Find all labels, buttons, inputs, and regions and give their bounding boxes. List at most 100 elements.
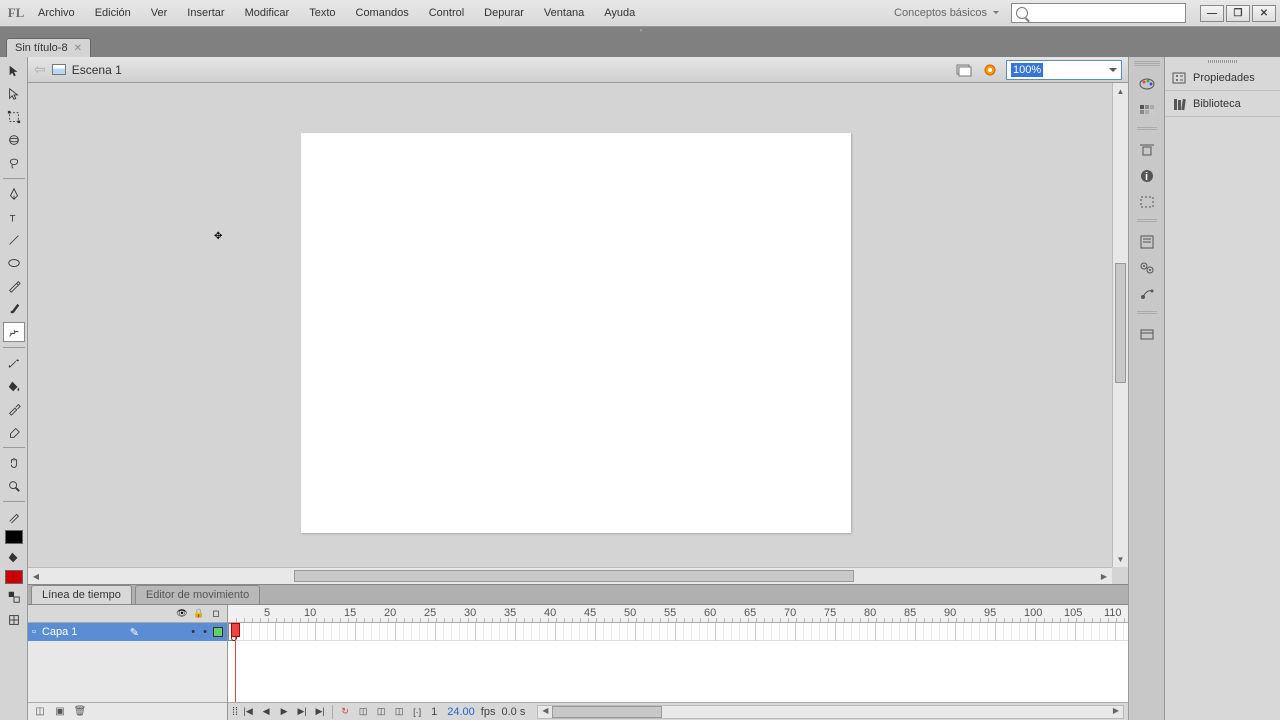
subselection-tool[interactable] <box>3 84 25 104</box>
menu-ver[interactable]: Ver <box>141 2 178 24</box>
onion-skin-outlines-button[interactable]: ◫ <box>373 705 389 719</box>
motion-presets-button[interactable] <box>1134 282 1160 306</box>
loop-button[interactable]: ↻ <box>337 705 353 719</box>
lasso-tool[interactable] <box>3 153 25 173</box>
onion-skin-button[interactable]: ◫ <box>355 705 371 719</box>
new-layer-button[interactable]: ◫ <box>32 705 48 719</box>
edit-scene-button[interactable] <box>954 61 974 79</box>
menu-ventana[interactable]: Ventana <box>534 2 594 24</box>
minimize-button[interactable]: — <box>1200 5 1224 22</box>
components-panel-button[interactable] <box>1134 256 1160 280</box>
text-tool[interactable]: T <box>3 207 25 227</box>
code-snippets-button[interactable] <box>1134 230 1160 254</box>
properties-icon <box>1171 71 1187 85</box>
eyedropper-tool[interactable] <box>3 399 25 419</box>
stroke-color[interactable] <box>3 507 25 527</box>
maximize-button[interactable]: ❐ <box>1226 5 1250 22</box>
play-button[interactable]: ▶ <box>276 705 292 719</box>
back-arrow-icon[interactable]: ⇦ <box>34 61 46 78</box>
menu-comandos[interactable]: Comandos <box>346 2 419 24</box>
grip-icon[interactable]: ⁞⁞ <box>232 706 238 718</box>
paint-bucket-tool[interactable] <box>3 376 25 396</box>
lock-icon[interactable]: 🔒 <box>193 608 205 620</box>
frames-column: 5101520253035404550556065707580859095100… <box>228 605 1128 720</box>
library-panel-button[interactable]: Biblioteca <box>1165 91 1280 117</box>
timeline-ruler[interactable]: 5101520253035404550556065707580859095100… <box>228 605 1128 623</box>
layer-row[interactable]: ▫ Capa 1 ✎ •• <box>28 623 227 641</box>
layer-name: Capa 1 <box>42 626 77 638</box>
properties-panel-button[interactable]: Propiedades <box>1165 65 1280 91</box>
line-tool[interactable] <box>3 230 25 250</box>
align-panel-button[interactable] <box>1134 138 1160 162</box>
bone-tool[interactable] <box>3 353 25 373</box>
menu-insertar[interactable]: Insertar <box>177 2 234 24</box>
hand-tool[interactable] <box>3 453 25 473</box>
project-panel-button[interactable] <box>1134 322 1160 346</box>
selection-tool[interactable] <box>3 61 25 81</box>
tab-timeline[interactable]: Línea de tiempo <box>31 585 132 604</box>
layer-icon: ▫ <box>32 626 36 638</box>
menu-ayuda[interactable]: Ayuda <box>594 2 645 24</box>
current-frame: 1 <box>427 706 441 718</box>
edit-multiple-frames-button[interactable]: ◫ <box>391 705 407 719</box>
fill-color[interactable] <box>3 547 25 567</box>
menu-modificar[interactable]: Modificar <box>235 2 300 24</box>
zoom-tool[interactable] <box>3 476 25 496</box>
menu-depurar[interactable]: Depurar <box>474 2 534 24</box>
last-frame-button[interactable]: ▶| <box>312 705 328 719</box>
eraser-tool[interactable] <box>3 422 25 442</box>
menu-edicion[interactable]: Edición <box>85 2 141 24</box>
svg-text:i: i <box>1145 171 1148 183</box>
outline-icon[interactable]: ◻ <box>210 608 222 620</box>
info-panel-button[interactable]: i <box>1134 164 1160 188</box>
prev-frame-button[interactable]: ◀ <box>258 705 274 719</box>
tools-panel: T <box>0 57 28 720</box>
scene-icon <box>52 64 66 75</box>
zoom-value: 100% <box>1011 63 1043 77</box>
color-panel-button[interactable] <box>1134 72 1160 96</box>
timeline-panel: Línea de tiempo Editor de movimiento 👁 🔒… <box>28 584 1128 720</box>
new-folder-button[interactable]: ▣ <box>52 705 68 719</box>
close-button[interactable]: ✕ <box>1252 5 1276 22</box>
layers-column: 👁 🔒 ◻ ▫ Capa 1 ✎ •• ◫ ▣ 🗑 <box>28 605 228 720</box>
scrollbar-vertical[interactable]: ▲▼ <box>1112 83 1128 567</box>
first-frame-button[interactable]: |◀ <box>240 705 256 719</box>
panel-dock-1: i <box>1128 57 1164 720</box>
close-tab-icon[interactable]: ✕ <box>74 43 82 54</box>
delete-layer-button[interactable]: 🗑 <box>72 705 88 719</box>
stroke-swatch[interactable] <box>5 530 23 544</box>
menu-control[interactable]: Control <box>419 2 474 24</box>
scrollbar-horizontal[interactable]: ◀▶ <box>28 567 1112 584</box>
3d-rotation-tool[interactable] <box>3 130 25 150</box>
pencil-tool[interactable] <box>3 276 25 296</box>
transform-panel-button[interactable] <box>1134 190 1160 214</box>
pen-tool[interactable] <box>3 184 25 204</box>
next-frame-button[interactable]: ▶| <box>294 705 310 719</box>
workspace-dropdown[interactable]: Conceptos básicos <box>884 3 1003 23</box>
playhead[interactable] <box>231 623 240 702</box>
options-tool[interactable] <box>3 610 25 630</box>
free-transform-tool[interactable] <box>3 107 25 127</box>
edit-symbol-button[interactable] <box>980 61 1000 79</box>
visibility-icon[interactable]: 👁 <box>176 608 188 620</box>
deco-tool[interactable] <box>3 322 25 342</box>
menu-archivo[interactable]: Archivo <box>28 2 85 24</box>
tab-motion-editor[interactable]: Editor de movimiento <box>135 585 260 604</box>
frame-track[interactable] <box>228 623 1128 702</box>
onion-markers-button[interactable]: [·] <box>409 705 425 719</box>
stage-canvas[interactable] <box>301 133 851 533</box>
time-value: 0.0 s <box>497 706 529 718</box>
menu-texto[interactable]: Texto <box>299 2 345 24</box>
search-input[interactable] <box>1011 3 1186 23</box>
brush-tool[interactable] <box>3 299 25 319</box>
cursor-icon: ✥ <box>214 231 222 242</box>
zoom-select[interactable]: 100% <box>1006 60 1122 80</box>
fill-swatch[interactable] <box>5 570 23 584</box>
swap-colors[interactable] <box>3 587 25 607</box>
menu-bar: FL Archivo Edición Ver Insertar Modifica… <box>0 0 1280 27</box>
swatches-panel-button[interactable] <box>1134 98 1160 122</box>
stage-area[interactable]: ✥ ▲▼ ◀▶ <box>28 83 1128 584</box>
rectangle-tool[interactable] <box>3 253 25 273</box>
frames-scrollbar[interactable]: ◀▶ <box>537 705 1124 719</box>
document-tab[interactable]: Sin título-8 ✕ <box>6 38 91 57</box>
